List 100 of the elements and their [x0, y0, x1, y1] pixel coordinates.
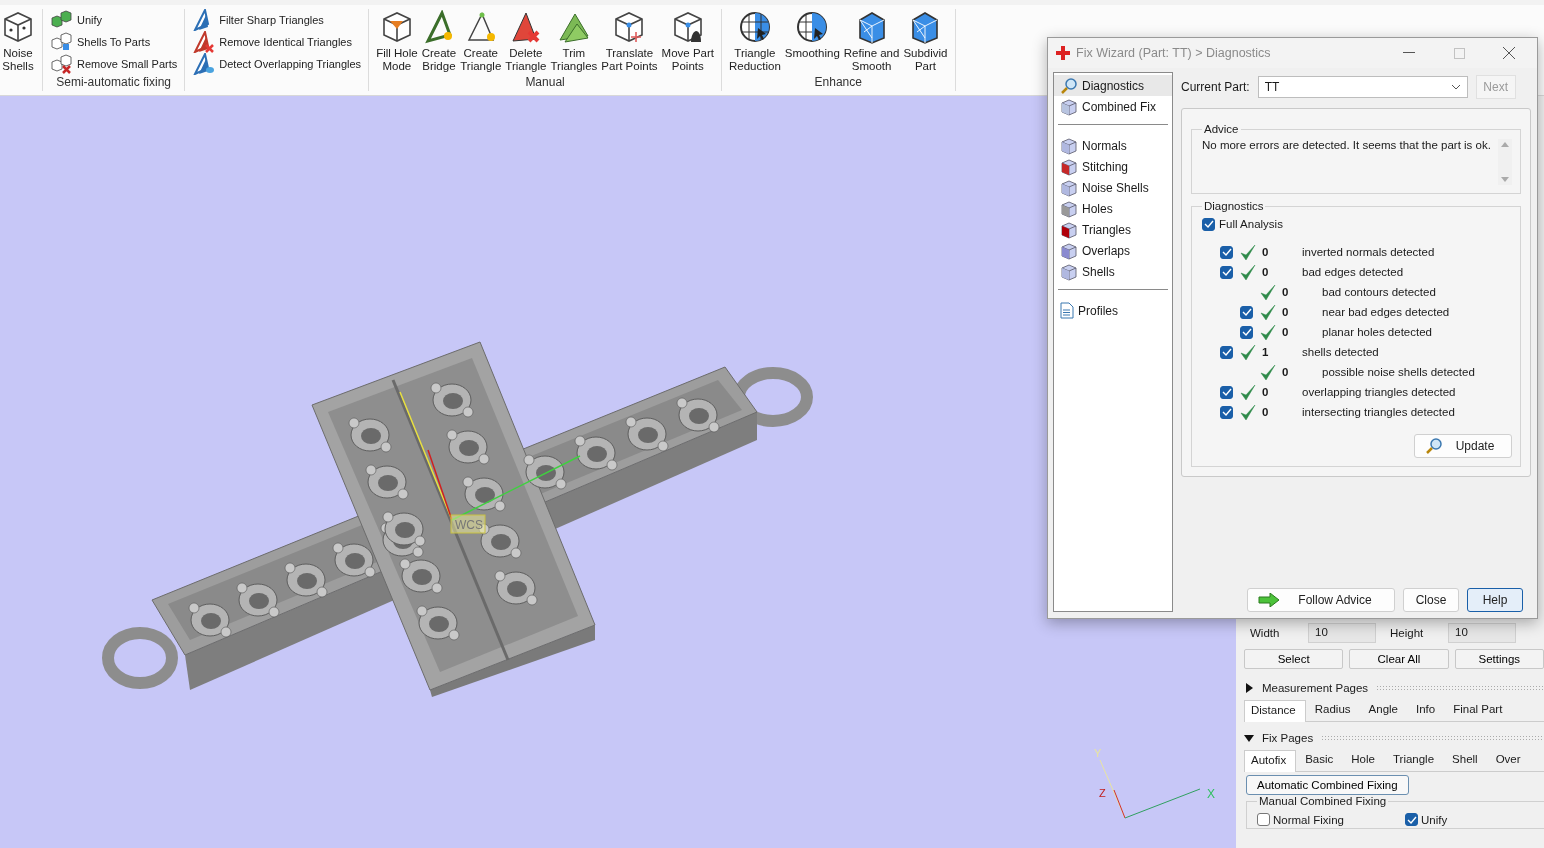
- nav-item[interactable]: Normals: [1054, 135, 1172, 156]
- maximize-icon: [1453, 47, 1465, 59]
- nav-item[interactable]: Holes: [1054, 198, 1172, 219]
- tab[interactable]: Final Part: [1447, 700, 1512, 722]
- checkbox[interactable]: [1202, 217, 1215, 231]
- tab[interactable]: Info: [1410, 700, 1445, 722]
- ribbon-button[interactable]: Remove Small Parts: [48, 53, 180, 75]
- ribbon-button[interactable]: Delete Triangle: [503, 9, 549, 74]
- ribbon-button[interactable]: Shells To Parts: [48, 31, 153, 53]
- ribbon-button[interactable]: Translate Part Points: [599, 9, 660, 74]
- tab[interactable]: Over: [1489, 750, 1530, 772]
- count: 1: [1261, 346, 1270, 358]
- tab[interactable]: Angle: [1362, 700, 1407, 722]
- ribbon-button[interactable]: Detect Overlapping Triangles: [190, 53, 364, 75]
- cube-icon: [1060, 220, 1078, 239]
- field-label: Height: [1389, 627, 1425, 639]
- diagnostic-label: intersecting triangles detected: [1302, 406, 1455, 418]
- count: 0: [1261, 406, 1270, 418]
- ribbon-button[interactable]: Create Bridge: [419, 9, 459, 74]
- checkbox[interactable]: [1220, 345, 1233, 359]
- count: 0: [1281, 366, 1290, 378]
- nav-item[interactable]: Combined Fix: [1054, 96, 1172, 117]
- ribbon-button[interactable]: Triangle Reduction: [727, 9, 783, 74]
- count: 0: [1281, 286, 1290, 298]
- input-field[interactable]: 10: [1448, 623, 1516, 643]
- cube-icon: [1060, 199, 1078, 218]
- tab[interactable]: Triangle: [1386, 750, 1444, 772]
- tab[interactable]: Autofix: [1244, 750, 1297, 772]
- cross-icon: [1056, 46, 1070, 60]
- cubes-icon: [50, 31, 74, 53]
- diagnostic-label: planar holes detected: [1322, 326, 1432, 338]
- magnifier-icon: [1425, 437, 1443, 455]
- cubes-icon: [50, 53, 74, 75]
- window-title: Fix Wizard (Part: TT) > Diagnostics: [1076, 46, 1272, 60]
- checkbox[interactable]: [1257, 813, 1270, 826]
- group-title: Diagnostics: [1203, 200, 1265, 212]
- update-button[interactable]: Update: [1414, 434, 1512, 458]
- count: 0: [1281, 306, 1290, 318]
- nav-item[interactable]: Shells: [1054, 261, 1172, 282]
- tab[interactable]: Basic: [1299, 750, 1343, 772]
- checkbox[interactable]: [1405, 813, 1418, 826]
- diagnostic-label: bad contours detected: [1322, 286, 1436, 298]
- ribbon-button[interactable]: Remove Identical Triangles: [190, 31, 354, 53]
- nav-item[interactable]: Triangles: [1054, 219, 1172, 240]
- auto-fix-button[interactable]: Automatic Combined Fixing: [1246, 775, 1409, 795]
- ribbon-button[interactable]: Trim Triangles: [548, 9, 600, 74]
- checkbox-label: Full Analysis: [1219, 218, 1283, 230]
- document-icon: [1060, 302, 1074, 319]
- count: 0: [1281, 326, 1290, 338]
- tab[interactable]: Shell: [1446, 750, 1487, 772]
- cube-icon: [1060, 178, 1078, 197]
- axis-triad: Y Z X: [1094, 747, 1215, 819]
- tab[interactable]: Hole: [1345, 750, 1384, 772]
- ribbon-button[interactable]: Filter Sharp Triangles: [190, 9, 326, 31]
- diagnostic-label: inverted normals detected: [1302, 246, 1435, 258]
- checkbox[interactable]: [1220, 385, 1233, 399]
- close-icon: [1503, 47, 1515, 59]
- minimize-icon: [1403, 52, 1415, 54]
- count: 0: [1261, 246, 1270, 258]
- count: 0: [1261, 266, 1270, 278]
- cube-icon: [1060, 157, 1078, 176]
- panel-button[interactable]: Settings: [1454, 649, 1544, 669]
- checkbox[interactable]: [1220, 245, 1233, 259]
- dialog-button[interactable]: Close: [1403, 588, 1459, 612]
- expand-icon[interactable]: [1244, 683, 1254, 693]
- ribbon-button[interactable]: Smoothing: [782, 9, 842, 61]
- panel-button[interactable]: Clear All: [1349, 649, 1449, 669]
- magnifier-icon: [1060, 76, 1078, 95]
- ribbon-button[interactable]: Subdivid Part: [901, 9, 950, 74]
- field-label: Current Part:: [1181, 80, 1250, 94]
- ribbon-button[interactable]: Fill Hole Mode: [374, 9, 420, 74]
- input-field[interactable]: 10: [1308, 623, 1376, 643]
- nav-item[interactable]: Overlaps: [1054, 240, 1172, 261]
- ribbon-button[interactable]: Refine and Smooth: [841, 9, 902, 74]
- gizmo-label: WCS: [450, 514, 486, 534]
- mesh-ball-icon: [795, 10, 830, 44]
- checkbox[interactable]: [1240, 305, 1253, 319]
- nav-item[interactable]: Stitching: [1054, 156, 1172, 177]
- ribbon-button[interactable]: Move Part Points: [659, 9, 716, 74]
- dialog-button[interactable]: Help: [1467, 588, 1523, 612]
- checkbox[interactable]: [1220, 405, 1233, 419]
- checkbox[interactable]: [1220, 265, 1233, 279]
- ribbon-button[interactable]: Create Triangle: [458, 9, 504, 74]
- tab[interactable]: Distance: [1244, 700, 1306, 722]
- cube-icon: [1060, 262, 1078, 281]
- nav-item[interactable]: Noise Shells: [1054, 177, 1172, 198]
- triangle-icon: [192, 53, 217, 75]
- part-dropdown[interactable]: TT: [1257, 76, 1468, 98]
- checkbox[interactable]: [1240, 325, 1253, 339]
- nav-item[interactable]: Diagnostics: [1054, 75, 1172, 96]
- panel-button[interactable]: Select: [1244, 649, 1344, 669]
- ribbon-button[interactable]: Noise Shells: [0, 9, 37, 74]
- nav-item[interactable]: Profiles: [1054, 300, 1172, 321]
- triangle-icon: [192, 31, 217, 53]
- tab[interactable]: Radius: [1308, 700, 1360, 722]
- collapse-icon[interactable]: [1244, 733, 1254, 743]
- ribbon-button[interactable]: Unify: [48, 9, 105, 31]
- checkbox-label: Unify: [1421, 813, 1448, 826]
- group-label: Enhance: [814, 75, 862, 91]
- dialog-button[interactable]: Follow Advice: [1247, 588, 1395, 612]
